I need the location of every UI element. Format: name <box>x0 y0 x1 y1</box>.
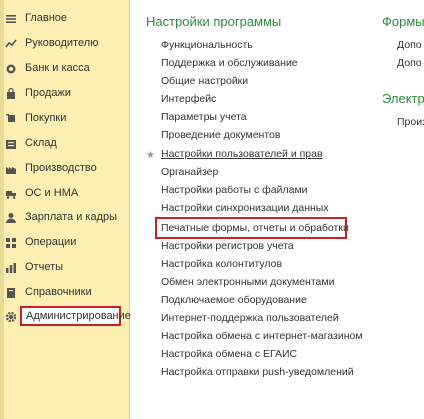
gear-icon <box>5 311 17 323</box>
link-headers-footers[interactable]: Настройка колонтитулов <box>161 258 282 270</box>
highlight-print-forms: Печатные формы, отчеты и обработки <box>155 217 349 239</box>
bar-chart-icon <box>5 262 17 274</box>
truck-icon <box>5 188 17 200</box>
shopping-cart-icon <box>5 113 17 125</box>
link-register-settings[interactable]: Настройки регистров учета <box>161 240 294 252</box>
sidebar-item-label: Производство <box>25 162 97 174</box>
section-title-settings: Настройки программы <box>146 14 282 29</box>
link-organizer[interactable]: Органайзер <box>161 166 218 178</box>
sidebar-item-assets[interactable]: ОС и НМА <box>0 184 129 204</box>
link-electro-1[interactable]: Произ <box>397 116 424 128</box>
sidebar-item-purchases[interactable]: Покупки <box>0 109 129 129</box>
sidebar-item-sales[interactable]: Продажи <box>0 84 129 104</box>
sidebar-item-label: Руководителю <box>25 37 99 49</box>
link-edi[interactable]: Обмен электронными документами <box>161 276 334 288</box>
factory-icon <box>5 163 17 175</box>
sidebar-item-references[interactable]: Справочники <box>0 283 129 303</box>
menu-icon <box>5 13 17 25</box>
link-file-settings[interactable]: Настройки работы с файлами <box>161 184 308 196</box>
book-icon <box>5 287 17 299</box>
sidebar-item-label: ОС и НМА <box>25 187 79 199</box>
link-push-settings[interactable]: Настройка отправки push-уведомлений <box>161 366 354 378</box>
sidebar-item-label: Покупки <box>25 112 67 124</box>
sidebar-item-manager[interactable]: Руководителю <box>0 34 129 54</box>
sidebar-item-label: Главное <box>25 12 68 24</box>
link-document-posting[interactable]: Проведение документов <box>161 129 280 141</box>
sidebar-item-production[interactable]: Производство <box>0 159 129 179</box>
sidebar-item-operations[interactable]: Операции <box>0 233 129 253</box>
star-icon: ★ <box>146 150 155 161</box>
section-title-electro: Электро <box>382 91 424 106</box>
link-general-settings[interactable]: Общие настройки <box>161 75 248 87</box>
link-functionality[interactable]: Функциональность <box>161 39 253 51</box>
sidebar-item-bank[interactable]: Банк и касса <box>0 59 129 79</box>
link-accounting-params[interactable]: Параметры учета <box>161 111 247 123</box>
link-forms-additional-1[interactable]: Допо <box>397 39 422 51</box>
sidebar-item-label: Администрирование <box>26 310 131 322</box>
shopping-bag-icon <box>5 88 17 100</box>
user-icon <box>5 212 17 224</box>
sidebar-item-label: Справочники <box>25 286 92 298</box>
link-egais-exchange[interactable]: Настройка обмена с ЕГАИС <box>161 348 297 360</box>
sidebar-item-salary[interactable]: Зарплата и кадры <box>0 208 129 228</box>
trend-chart-icon <box>5 38 17 50</box>
sidebar-item-reports[interactable]: Отчеты <box>0 258 129 278</box>
link-sync-settings[interactable]: Настройки синхронизации данных <box>161 202 329 214</box>
link-internet-support[interactable]: Интернет-поддержка пользователей <box>161 312 339 324</box>
link-print-forms[interactable]: Печатные формы, отчеты и обработки <box>161 222 349 234</box>
sidebar: Главное Руководителю Банк и касса Продаж… <box>0 0 131 419</box>
sidebar-item-warehouse[interactable]: Склад <box>0 134 129 154</box>
sidebar-item-label: Зарплата и кадры <box>25 211 118 223</box>
sidebar-item-label: Банк и касса <box>25 62 90 74</box>
link-equipment[interactable]: Подключаемое оборудование <box>161 294 307 306</box>
sidebar-item-label: Отчеты <box>25 261 64 273</box>
link-forms-additional-2[interactable]: Допо <box>397 57 422 69</box>
operations-icon <box>5 237 17 249</box>
coins-icon <box>5 63 17 75</box>
link-interface[interactable]: Интерфейс <box>161 93 216 105</box>
warehouse-icon <box>5 138 17 150</box>
link-user-settings[interactable]: Настройки пользователей и прав <box>161 148 323 160</box>
sidebar-selected-highlight[interactable]: Администрирование <box>20 306 131 326</box>
sidebar-item-label: Продажи <box>25 87 71 99</box>
sidebar-item-main[interactable]: Главное <box>0 9 129 29</box>
sidebar-item-label: Операции <box>25 236 77 248</box>
section-title-forms: Формы <box>382 14 424 29</box>
sidebar-item-label: Склад <box>25 137 57 149</box>
link-webshop-exchange[interactable]: Настройка обмена с интернет-магазином <box>161 330 363 342</box>
link-support[interactable]: Поддержка и обслуживание <box>161 57 298 69</box>
